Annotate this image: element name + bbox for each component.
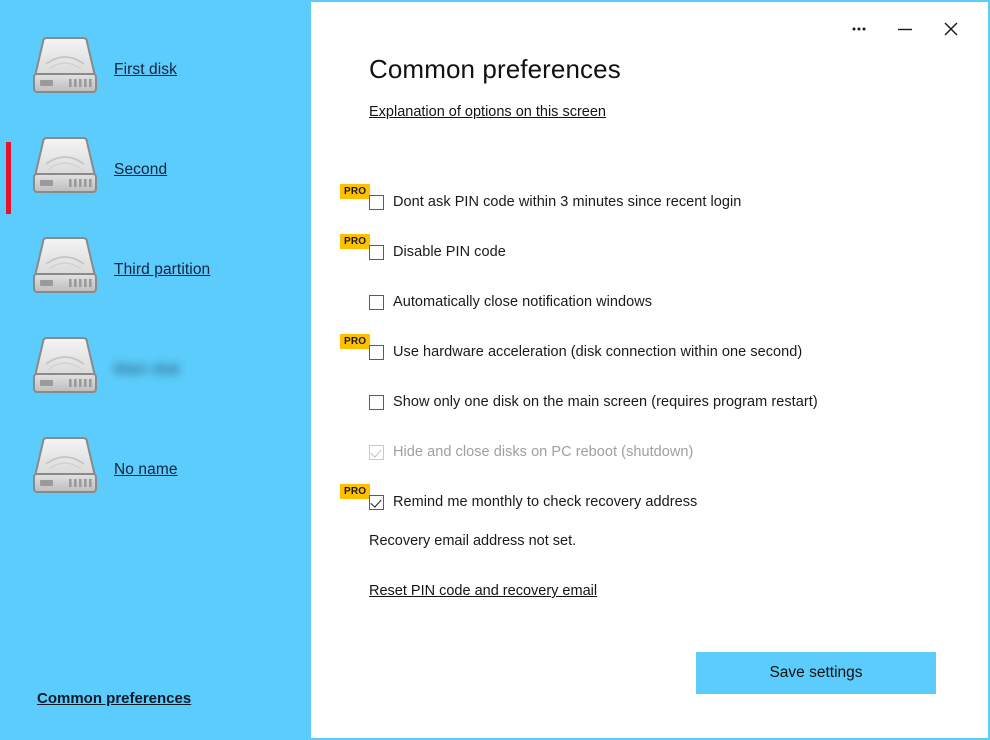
explanation-link[interactable]: Explanation of options on this screen [369,104,606,120]
option-checkbox[interactable] [369,294,384,310]
option-label: Disable PIN code [393,244,506,260]
options-list: PRO Dont ask PIN code within 3 minutes si… [340,177,969,527]
pro-badge: PRO [340,184,371,199]
option-row[interactable]: PRO Disable PIN code [340,227,969,277]
disk-label[interactable]: Second [114,161,167,179]
disk-list-item[interactable]: Third partition [0,228,311,314]
disk-list-item[interactable]: First disk [0,28,311,114]
option-checkbox[interactable] [369,394,384,410]
option-checkbox[interactable] [369,194,384,210]
close-button[interactable] [928,14,974,44]
option-row[interactable]: PRO Use hardware acceleration (disk conne… [340,327,969,377]
option-checkbox[interactable] [369,244,384,260]
option-row[interactable]: Show only one disk on the main screen (r… [369,377,969,427]
option-label: Dont ask PIN code within 3 minutes since… [393,194,742,210]
recovery-email-status: Recovery email address not set. [369,533,577,549]
selected-disk-indicator [6,142,11,214]
more-options-button[interactable] [836,14,882,44]
hard-disk-icon [33,237,97,293]
disk-label[interactable]: Main disk [114,361,180,379]
ellipsis-icon [850,20,868,38]
option-checkbox [369,444,384,460]
disk-list-item[interactable]: Second [0,128,311,214]
close-icon [941,19,961,39]
option-checkbox[interactable] [369,494,384,510]
hard-disk-icon [33,137,97,193]
minimize-icon [894,20,916,38]
pro-badge: PRO [340,234,371,249]
hard-disk-icon[interactable] [29,336,101,398]
option-label: Hide and close disks on PC reboot (shutd… [393,444,694,460]
reset-pin-link[interactable]: Reset PIN code and recovery email [369,583,597,599]
pro-badge: PRO [340,334,371,349]
option-label: Use hardware acceleration (disk connecti… [393,344,803,360]
application-window: First disk Second Third partition Main d… [0,0,990,740]
option-checkbox[interactable] [369,344,384,360]
disk-label[interactable]: Third partition [114,261,210,279]
disk-list-item[interactable]: Main disk [0,328,311,414]
disk-label[interactable]: No name [114,461,178,479]
page-title: Common preferences [369,54,621,84]
window-controls [836,14,974,44]
option-label: Remind me monthly to check recovery addr… [393,494,698,510]
disk-sidebar: First disk Second Third partition Main d… [0,0,311,740]
option-row[interactable]: PRO Dont ask PIN code within 3 minutes si… [340,177,969,227]
hard-disk-icon[interactable] [29,136,101,198]
disk-label[interactable]: First disk [114,61,177,79]
minimize-button[interactable] [882,14,928,44]
hard-disk-icon[interactable] [29,436,101,498]
option-row: Hide and close disks on PC reboot (shutd… [369,427,969,477]
hard-disk-icon[interactable] [29,36,101,98]
sidebar-common-preferences-link[interactable]: Common preferences [37,690,191,707]
hard-disk-icon [33,437,97,493]
hard-disk-icon [33,337,97,393]
option-label: Automatically close notification windows [393,294,653,310]
option-label: Show only one disk on the main screen (r… [393,394,818,410]
disk-list-item[interactable]: No name [0,428,311,514]
option-row[interactable]: Automatically close notification windows [369,277,969,327]
hard-disk-icon[interactable] [29,236,101,298]
save-settings-button[interactable]: Save settings [696,652,936,694]
preferences-panel: Common preferences Explanation of option… [311,0,990,740]
option-row[interactable]: PRO Remind me monthly to check recovery a… [340,477,969,527]
hard-disk-icon [33,37,97,93]
pro-badge: PRO [340,484,371,499]
